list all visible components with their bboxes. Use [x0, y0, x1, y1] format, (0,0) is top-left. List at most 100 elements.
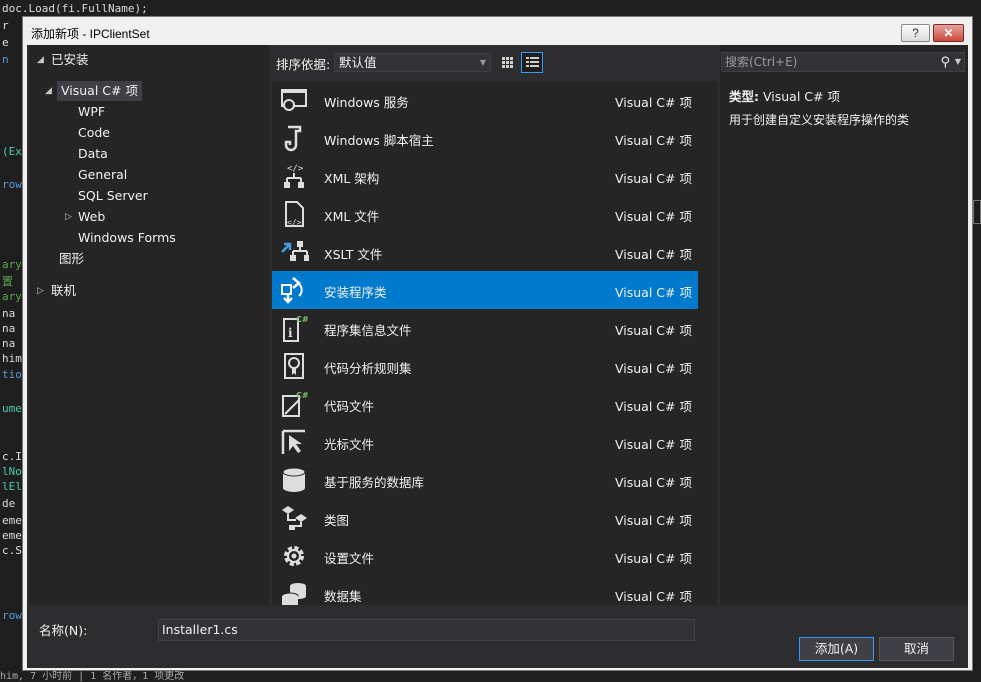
code-lens-status: him, 7 小时前 | 1 名作者，1 项更改	[0, 671, 185, 682]
tree-node-online[interactable]: 联机	[51, 281, 76, 301]
xslt-file-icon	[279, 238, 309, 266]
template-item-name: Windows 脚本宿主	[324, 133, 434, 148]
xml-schema-icon: </>	[279, 162, 309, 190]
code-file-icon: C#	[279, 390, 309, 418]
code-line: c.I	[2, 450, 22, 463]
tree-node-wpf[interactable]: WPF	[78, 102, 105, 122]
details-pane	[720, 45, 968, 605]
add-button[interactable]: 添加(A)	[799, 637, 874, 661]
template-item-type: Visual C# 项	[615, 475, 692, 490]
template-list-item[interactable]: 基于服务的数据库 Visual C# 项	[272, 461, 698, 499]
svg-text:C#: C#	[296, 391, 309, 400]
tree-node-visual-csharp[interactable]: Visual C# 项	[57, 81, 142, 101]
template-list-item[interactable]: </> XML 架构 Visual C# 项	[272, 157, 698, 195]
dataset-icon	[279, 580, 309, 605]
dialog-body: ◢ 已安装 ◢ Visual C# 项 WPF Code Data Genera…	[27, 45, 968, 668]
svg-text:</>: </>	[287, 164, 304, 174]
code-line: na	[2, 337, 16, 350]
search-icon[interactable]: ⚲	[940, 54, 950, 72]
item-type-info: 类型: Visual C# 项	[729, 86, 840, 105]
expand-arrow-icon[interactable]: ▷	[65, 207, 75, 227]
template-item-name: Windows 服务	[324, 95, 409, 110]
sort-by-dropdown[interactable]: 默认值 ▼	[334, 53, 491, 72]
help-button[interactable]: ?	[901, 24, 930, 42]
chevron-down-icon: ▼	[479, 58, 486, 67]
template-list-item[interactable]: 数据集 Visual C# 项	[272, 575, 698, 605]
sort-by-value: 默认值	[339, 55, 377, 70]
small-icons-view-button[interactable]	[496, 52, 518, 73]
code-line: 置	[2, 275, 13, 288]
template-item-name: 代码分析规则集	[324, 361, 412, 376]
template-list-item[interactable]: 代码分析规则集 Visual C# 项	[272, 347, 698, 385]
code-line: ary	[2, 290, 22, 303]
template-item-name: XSLT 文件	[324, 247, 383, 262]
class-diagram-icon	[279, 504, 309, 532]
code-line: n	[2, 53, 9, 66]
template-item-type: Visual C# 项	[615, 513, 692, 528]
code-line: tio	[2, 368, 22, 381]
template-item-type: Visual C# 项	[615, 285, 692, 300]
template-list-item[interactable]: XSLT 文件 Visual C# 项	[272, 233, 698, 271]
dialog-title: 添加新项 - IPClientSet	[31, 27, 150, 41]
list-view-button[interactable]	[521, 52, 543, 73]
code-line: r	[2, 19, 9, 32]
svg-text:</>: </>	[287, 218, 302, 227]
code-line: c.S	[2, 544, 22, 557]
collapse-arrow-icon[interactable]: ◢	[45, 81, 55, 101]
search-placeholder: 搜索(Ctrl+E)	[725, 55, 798, 69]
name-input[interactable]: Installer1.cs	[158, 619, 695, 641]
template-list-item[interactable]: 类图 Visual C# 项	[272, 499, 698, 537]
template-list-item[interactable]: 光标文件 Visual C# 项	[272, 423, 698, 461]
tree-node-sql-server[interactable]: SQL Server	[78, 186, 148, 206]
script-host-icon	[279, 124, 309, 152]
template-item-type: Visual C# 项	[615, 209, 692, 224]
template-list-item[interactable]: 安装程序类 Visual C# 项	[272, 271, 698, 309]
installer-class-icon	[279, 276, 309, 304]
dialog-footer: 名称(N): Installer1.cs 添加(A) 取消	[27, 605, 968, 668]
template-item-name: 安装程序类	[324, 285, 387, 300]
code-line: na	[2, 307, 16, 320]
template-item-type: Visual C# 项	[615, 133, 692, 148]
close-button[interactable]: ✕	[933, 24, 964, 42]
template-item-name: 程序集信息文件	[324, 323, 412, 338]
cancel-button[interactable]: 取消	[879, 637, 954, 661]
code-line: lNo	[2, 465, 22, 478]
search-options-chevron-icon[interactable]: ▼	[955, 53, 961, 71]
template-item-name: 设置文件	[324, 551, 375, 566]
code-line: ary	[2, 258, 22, 271]
tree-node-graphics[interactable]: 图形	[59, 249, 84, 269]
code-line: na	[2, 322, 16, 335]
dialog-titlebar: 添加新项 - IPClientSet ? ✕	[23, 17, 972, 45]
expand-arrow-icon[interactable]: ▷	[37, 281, 47, 301]
template-item-type: Visual C# 项	[615, 247, 692, 262]
template-item-type: Visual C# 项	[615, 361, 692, 376]
code-line: row	[2, 609, 22, 622]
template-list-item[interactable]: i C# 程序集信息文件 Visual C# 项	[272, 309, 698, 347]
search-box[interactable]: 搜索(Ctrl+E) ⚲ ▼	[721, 52, 965, 72]
template-list-item[interactable]: Windows 脚本宿主 Visual C# 项	[272, 119, 698, 157]
settings-file-icon	[279, 542, 309, 570]
template-item-name: 代码文件	[324, 399, 375, 414]
tree-node-web[interactable]: Web	[78, 207, 105, 227]
database-icon	[279, 466, 309, 494]
template-item-name: 光标文件	[324, 437, 375, 452]
template-list-item[interactable]: C# 代码文件 Visual C# 项	[272, 385, 698, 423]
collapse-arrow-icon[interactable]: ◢	[37, 50, 47, 70]
template-list-item[interactable]: 设置文件 Visual C# 项	[272, 537, 698, 575]
tree-node-data[interactable]: Data	[78, 144, 108, 164]
template-item-type: Visual C# 项	[615, 437, 692, 452]
template-item-name: 基于服务的数据库	[324, 475, 425, 490]
tree-node-windows-forms[interactable]: Windows Forms	[78, 228, 176, 248]
tree-node-installed[interactable]: 已安装	[51, 50, 89, 70]
template-item-type: Visual C# 项	[615, 323, 692, 338]
svg-text:C#: C#	[296, 315, 309, 324]
template-list-item[interactable]: Windows 服务 Visual C# 项	[272, 81, 698, 119]
background-field-edge	[973, 200, 981, 224]
template-item-type: Visual C# 项	[615, 171, 692, 186]
xml-file-icon: </>	[279, 200, 309, 228]
code-line: row	[2, 178, 22, 191]
tree-node-general[interactable]: General	[78, 165, 127, 185]
template-item-type: Visual C# 项	[615, 551, 692, 566]
template-list-item[interactable]: </> XML 文件 Visual C# 项	[272, 195, 698, 233]
tree-node-code[interactable]: Code	[78, 123, 110, 143]
